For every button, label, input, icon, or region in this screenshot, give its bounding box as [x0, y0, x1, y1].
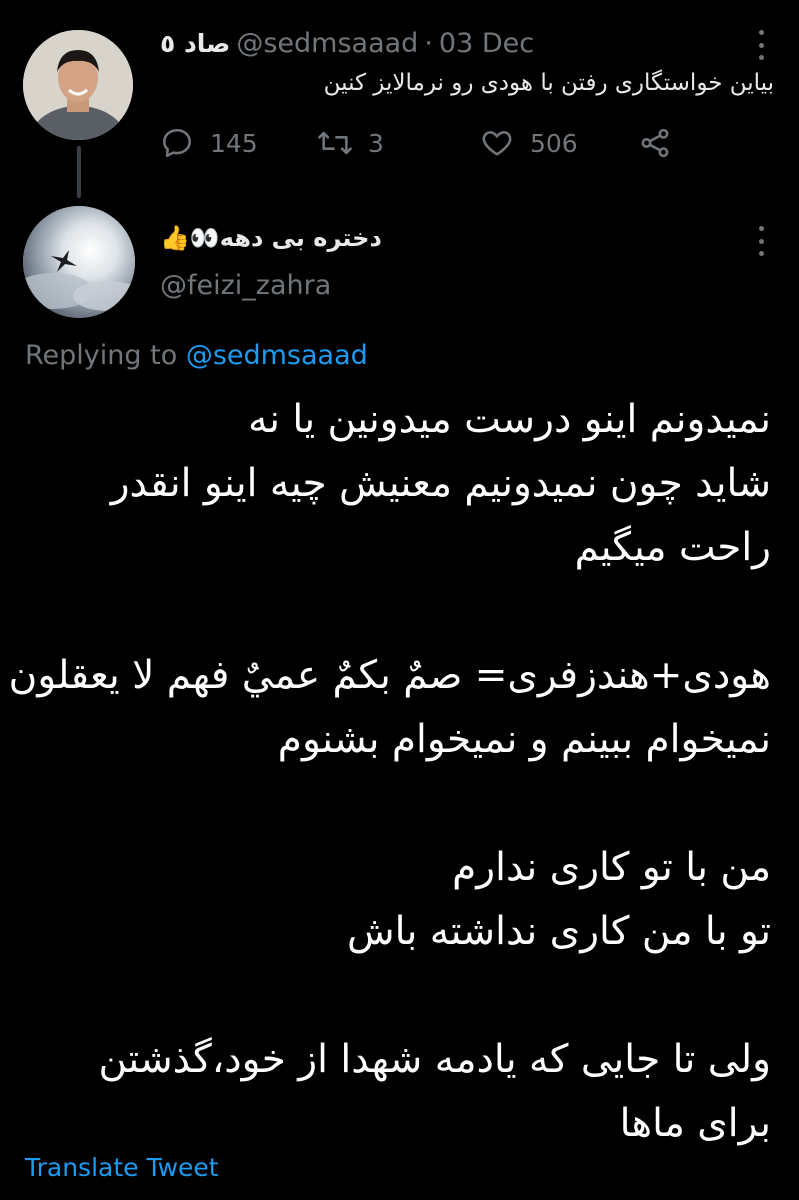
user-handle[interactable]: @sedmsaaad	[236, 28, 418, 59]
tweet-line: نمیخوام ببینم و نمیخوام بشنوم	[277, 717, 771, 762]
more-options-icon[interactable]	[757, 30, 765, 60]
tweet-line: راحت میگیم	[574, 525, 771, 570]
tweet-line: هودی+هندزفری= صمٌ بکمٌ عميٌ فهم لا یعقلو…	[8, 653, 771, 698]
replying-prefix: Replying to	[25, 340, 178, 371]
replying-to-link[interactable]: @sedmsaaad	[186, 340, 368, 371]
tweet-line: نمیدونم اینو درست میدونین یا نه	[248, 397, 771, 442]
translate-tweet-link[interactable]: Translate Tweet	[25, 1153, 219, 1182]
share-icon	[641, 128, 669, 158]
tweet-line	[11, 772, 771, 836]
replying-to: Replying to @sedmsaaad	[25, 340, 368, 371]
reply-display-name-row: دختره بی دهه👀👍	[160, 224, 382, 252]
avatar-feizi-zahra[interactable]	[23, 206, 135, 318]
reply-icon	[162, 128, 192, 158]
heart-icon	[482, 131, 512, 156]
share-button[interactable]	[638, 126, 672, 160]
tweet-line: تو با من کاری نداشته باش	[347, 909, 771, 954]
avatar-image	[23, 206, 135, 318]
tweet-line: ولی تا جایی که یادمه شهدا از خود،گذشتن	[98, 1037, 771, 1082]
reply-button[interactable]: 145	[160, 126, 258, 160]
tweet-line: برای ماها	[619, 1101, 771, 1146]
more-options-icon[interactable]	[757, 226, 765, 256]
user-handle[interactable]: @feizi_zahra	[160, 270, 331, 301]
display-name[interactable]: دختره بی دهه👀👍	[160, 224, 382, 252]
tweet-text: بیاین خواستگاری رفتن با هودی رو نرمالایز…	[323, 70, 774, 96]
tweet-date[interactable]: 03 Dec	[439, 28, 534, 59]
retweet-count: 3	[368, 128, 384, 158]
like-button[interactable]: 506	[480, 126, 578, 160]
avatar-image	[23, 30, 133, 140]
tweet-line	[11, 580, 771, 644]
retweet-icon	[318, 131, 352, 155]
separator-dot: ·	[424, 28, 433, 59]
thread-connector	[77, 146, 81, 198]
tweet-header: صاد ٥ @sedmsaaad · 03 Dec	[160, 28, 534, 59]
tweet-line	[11, 964, 771, 1028]
tweet-line: شاید چون نمیدونیم معنیش چیه اینو انقدر	[110, 461, 771, 506]
tweet-line: من با تو کاری ندارم	[452, 845, 771, 890]
reply-tweet-text: نمیدونم اینو درست میدونین یا نه شاید چون…	[8, 388, 771, 1156]
retweet-button[interactable]: 3	[316, 126, 384, 160]
display-name[interactable]: صاد ٥	[160, 29, 230, 58]
avatar-sedmsaaad[interactable]	[23, 30, 133, 140]
like-count: 506	[530, 128, 578, 158]
reply-count: 145	[210, 128, 258, 158]
